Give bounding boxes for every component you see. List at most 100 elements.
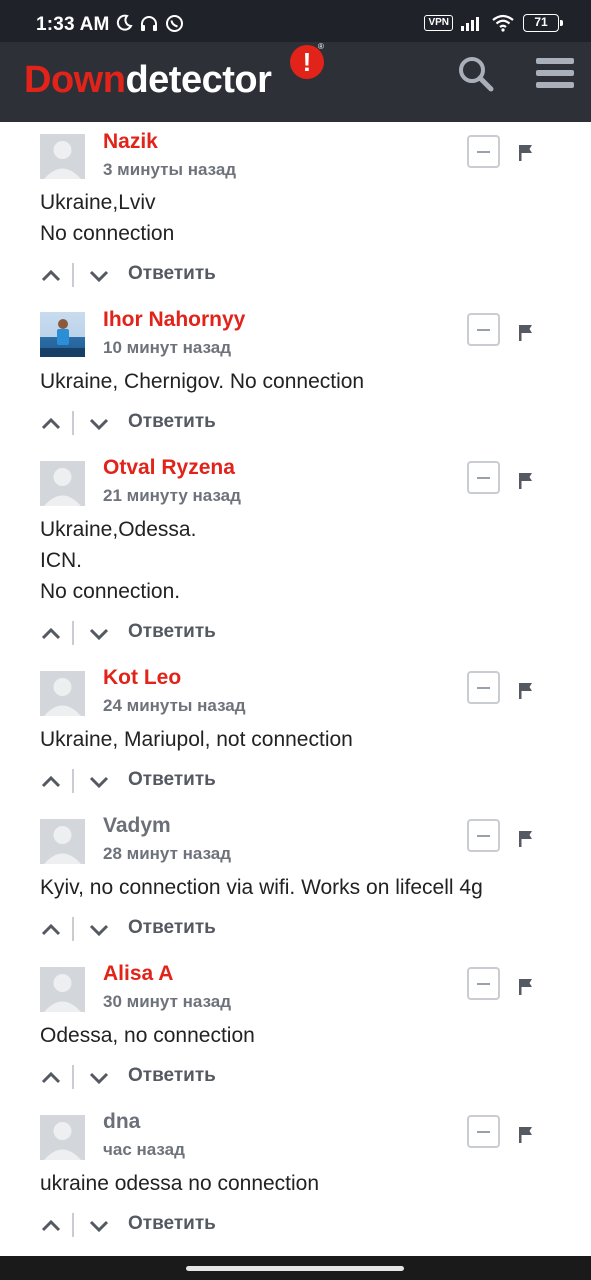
avatar xyxy=(40,1115,85,1160)
flag-icon[interactable] xyxy=(518,682,534,699)
comment-line: No connection xyxy=(40,222,175,245)
divider xyxy=(72,917,74,941)
comment-line: ukraine odessa no connection xyxy=(40,1172,320,1195)
comment-author[interactable]: Ihor Nahornyy xyxy=(103,308,245,332)
avatar xyxy=(40,134,85,179)
comment-author[interactable]: Alisa A xyxy=(103,962,173,986)
upvote-chevron-icon[interactable] xyxy=(40,773,62,791)
comment-line: ICN. xyxy=(40,549,82,572)
reply-link[interactable]: Ответить xyxy=(128,621,216,643)
comment-actions: Ответить xyxy=(40,1213,340,1239)
comment-time: 3 минуты назад xyxy=(103,160,237,179)
comment-time: час назад xyxy=(103,1140,185,1159)
collapse-button[interactable] xyxy=(467,461,500,494)
collapse-button[interactable] xyxy=(467,135,500,168)
status-bar: 1:33 AM VPN 71 xyxy=(0,0,591,42)
wifi-icon xyxy=(492,14,514,32)
site-header: Downdetector ! ® xyxy=(0,42,591,122)
upvote-chevron-icon[interactable] xyxy=(40,267,62,285)
comment-line: Kyiv, no connection via wifi. Works on l… xyxy=(40,876,483,899)
avatar xyxy=(40,967,85,1012)
upvote-chevron-icon[interactable] xyxy=(40,415,62,433)
status-icons-left xyxy=(115,14,184,33)
avatar xyxy=(40,671,85,716)
downvote-chevron-icon[interactable] xyxy=(88,625,110,643)
upvote-chevron-icon[interactable] xyxy=(40,921,62,939)
system-nav-bar xyxy=(0,1256,591,1280)
headphones-icon xyxy=(141,16,157,31)
comment-line: No connection. xyxy=(40,580,181,603)
avatar-photo xyxy=(40,312,85,357)
comment-author: Vadym xyxy=(103,814,171,837)
downvote-chevron-icon[interactable] xyxy=(88,773,110,791)
comment-author[interactable]: Otval Ryzena xyxy=(103,456,235,480)
downvote-chevron-icon[interactable] xyxy=(88,267,110,285)
flag-icon[interactable] xyxy=(518,978,534,995)
avatar xyxy=(40,461,85,506)
comment-time: 30 минут назад xyxy=(103,992,232,1011)
comment-author: dna xyxy=(103,1110,141,1133)
comment-line: Ukraine,Lviv xyxy=(40,191,156,214)
vpn-badge: VPN xyxy=(424,15,453,31)
downvote-chevron-icon[interactable] xyxy=(88,1217,110,1235)
flag-icon[interactable] xyxy=(518,144,534,161)
reply-link[interactable]: Ответить xyxy=(128,917,216,939)
divider xyxy=(72,411,74,435)
collapse-button[interactable] xyxy=(467,819,500,852)
collapse-button[interactable] xyxy=(467,671,500,704)
divider xyxy=(72,621,74,645)
search-icon[interactable] xyxy=(457,55,495,93)
downdetector-logo[interactable]: Downdetector xyxy=(24,59,272,102)
avatar xyxy=(40,819,85,864)
comment-body: ukraine odessa no connection xyxy=(40,1168,319,1199)
collapse-button[interactable] xyxy=(467,313,500,346)
comment-body: Kyiv, no connection via wifi. Works on l… xyxy=(40,872,483,903)
flag-icon[interactable] xyxy=(518,324,534,341)
comment-actions: Ответить xyxy=(40,769,340,795)
divider xyxy=(72,769,74,793)
comment-line: Odessa, no connection xyxy=(40,1024,255,1047)
flag-icon[interactable] xyxy=(518,472,534,489)
upvote-chevron-icon[interactable] xyxy=(40,1069,62,1087)
battery-indicator: 71 xyxy=(523,14,563,32)
flag-icon[interactable] xyxy=(518,1126,534,1143)
comment-actions: Ответить xyxy=(40,917,340,943)
comment-line: Ukraine, Mariupol, not connection xyxy=(40,728,353,751)
comment-actions: Ответить xyxy=(40,263,340,289)
comment-actions: Ответить xyxy=(40,621,340,647)
comment-body: Ukraine,Lviv No connection xyxy=(40,187,174,249)
downvote-chevron-icon[interactable] xyxy=(88,921,110,939)
logo-detector: detector xyxy=(125,59,272,101)
whatsapp-icon xyxy=(166,15,183,32)
comment-author[interactable]: Nazik xyxy=(103,130,158,154)
signal-icon xyxy=(461,17,479,31)
status-time: 1:33 AM xyxy=(36,14,110,35)
upvote-chevron-icon[interactable] xyxy=(40,625,62,643)
moon-icon xyxy=(116,14,133,31)
comment-time: 28 минут назад xyxy=(103,844,232,863)
reply-link[interactable]: Ответить xyxy=(128,769,216,791)
home-gesture-handle[interactable] xyxy=(186,1266,404,1271)
upvote-chevron-icon[interactable] xyxy=(40,1217,62,1235)
divider xyxy=(72,263,74,287)
collapse-button[interactable] xyxy=(467,967,500,1000)
registered-mark: ® xyxy=(318,42,324,51)
flag-icon[interactable] xyxy=(518,830,534,847)
reply-link[interactable]: Ответить xyxy=(128,263,216,285)
comment-actions: Ответить xyxy=(40,1065,340,1091)
divider xyxy=(72,1065,74,1089)
comment-body: Odessa, no connection xyxy=(40,1020,255,1051)
comment-author[interactable]: Kot Leo xyxy=(103,666,181,690)
comment-time: 10 минут назад xyxy=(103,338,232,357)
hamburger-menu-icon[interactable] xyxy=(536,58,574,92)
comments-feed: Nazik 3 минуты назад Ukraine,Lviv No con… xyxy=(0,122,591,1256)
downvote-chevron-icon[interactable] xyxy=(88,1069,110,1087)
divider xyxy=(72,1213,74,1237)
comment-time: 21 минуту назад xyxy=(103,486,241,505)
downvote-chevron-icon[interactable] xyxy=(88,415,110,433)
collapse-button[interactable] xyxy=(467,1115,500,1148)
reply-link[interactable]: Ответить xyxy=(128,1065,216,1087)
comment-body: Ukraine,Odessa. ICN. No connection. xyxy=(40,514,196,607)
reply-link[interactable]: Ответить xyxy=(128,1213,216,1235)
reply-link[interactable]: Ответить xyxy=(128,411,216,433)
